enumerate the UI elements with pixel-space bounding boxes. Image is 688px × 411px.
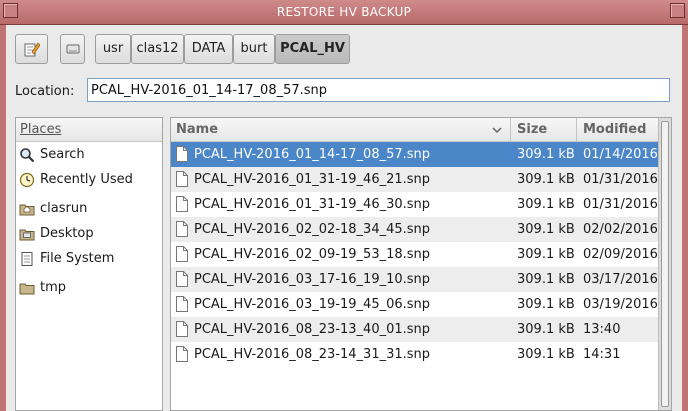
places-header-label: Places xyxy=(20,122,62,137)
place-desktop-label: Desktop xyxy=(40,226,94,241)
clock-icon xyxy=(19,172,35,188)
file-size: 309.1 kB xyxy=(517,347,575,362)
scrollbar-thumb[interactable] xyxy=(661,121,669,407)
path-root-button[interactable] xyxy=(60,34,85,64)
drive-icon xyxy=(21,252,33,266)
file-size: 309.1 kB xyxy=(517,197,575,212)
file-icon xyxy=(176,321,188,337)
hard-drive-icon xyxy=(66,44,79,54)
folder-icon xyxy=(19,283,35,295)
path-segment-usr[interactable]: usr xyxy=(95,34,131,64)
column-header-size[interactable]: Size xyxy=(517,118,577,141)
file-modified: 03/19/2016 xyxy=(583,297,658,312)
file-list-header: Name Size Modified xyxy=(171,118,659,142)
file-modified: 02/09/2016 xyxy=(583,247,658,262)
file-size: 309.1 kB xyxy=(517,222,575,237)
place-tmp-label: tmp xyxy=(40,280,67,295)
file-size: 309.1 kB xyxy=(517,297,575,312)
file-size: 309.1 kB xyxy=(517,247,575,262)
file-icon xyxy=(176,221,188,237)
column-header-size-label: Size xyxy=(517,122,548,137)
column-separator[interactable] xyxy=(576,118,577,141)
place-clasrun-label: clasrun xyxy=(40,201,88,216)
place-file-system[interactable]: File System xyxy=(19,248,114,270)
file-row[interactable]: PCAL_HV-2016_01_31-19_46_21.snp 309.1 kB… xyxy=(171,167,659,192)
file-name: PCAL_HV-2016_01_14-17_08_57.snp xyxy=(194,147,431,162)
desktop-folder-icon xyxy=(19,229,35,241)
column-header-name-label: Name xyxy=(176,122,219,137)
file-icon xyxy=(176,171,188,187)
file-row[interactable]: PCAL_HV-2016_03_17-16_19_10.snp 309.1 kB… xyxy=(171,267,659,292)
column-header-modified-label: Modified xyxy=(583,122,647,137)
path-segment-data[interactable]: DATA xyxy=(184,34,233,64)
place-recently-used-label: Recently Used xyxy=(40,172,133,187)
file-modified: 01/31/2016 xyxy=(583,172,658,187)
file-name: PCAL_HV-2016_03_19-19_45_06.snp xyxy=(194,297,431,312)
file-row[interactable]: PCAL_HV-2016_01_14-17_08_57.snp 309.1 kB… xyxy=(171,142,659,167)
column-header-name[interactable]: Name xyxy=(176,118,509,141)
file-modified: 14:31 xyxy=(583,347,621,362)
place-tmp[interactable]: tmp xyxy=(19,277,66,299)
places-pane: Places Search Recently Used clasrun Desk… xyxy=(15,117,163,411)
file-row[interactable]: PCAL_HV-2016_02_02-18_34_45.snp 309.1 kB… xyxy=(171,217,659,242)
type-location-button[interactable] xyxy=(15,34,48,64)
file-list-scrollbar[interactable] xyxy=(658,118,671,410)
file-icon xyxy=(176,271,188,287)
file-icon xyxy=(176,246,188,262)
file-size: 309.1 kB xyxy=(517,147,575,162)
file-row[interactable]: PCAL_HV-2016_01_31-19_46_30.snp 309.1 kB… xyxy=(171,192,659,217)
file-modified: 03/17/2016 xyxy=(583,272,658,287)
column-header-modified[interactable]: Modified xyxy=(583,118,659,141)
file-name: PCAL_HV-2016_08_23-13_40_01.snp xyxy=(194,322,431,337)
file-icon xyxy=(176,196,188,212)
file-size: 309.1 kB xyxy=(517,172,575,187)
place-clasrun[interactable]: clasrun xyxy=(19,198,87,220)
place-search[interactable]: Search xyxy=(19,144,85,166)
file-modified: 01/14/2016 xyxy=(583,147,658,162)
path-segment-clas12[interactable]: clas12 xyxy=(131,34,184,64)
path-segment-pcal-hv[interactable]: PCAL_HV xyxy=(275,34,350,64)
file-row[interactable]: PCAL_HV-2016_08_23-14_31_31.snp 309.1 kB… xyxy=(171,342,659,367)
file-name: PCAL_HV-2016_08_23-14_31_31.snp xyxy=(194,347,431,362)
file-name: PCAL_HV-2016_02_09-19_53_18.snp xyxy=(194,247,431,262)
file-size: 309.1 kB xyxy=(517,272,575,287)
file-icon xyxy=(176,296,188,312)
file-icon xyxy=(176,346,188,362)
file-row[interactable]: PCAL_HV-2016_02_09-19_53_18.snp 309.1 kB… xyxy=(171,242,659,267)
sort-chevron-down-icon xyxy=(492,127,502,134)
file-modified: 01/31/2016 xyxy=(583,197,658,212)
home-folder-icon xyxy=(19,204,35,216)
place-desktop[interactable]: Desktop xyxy=(19,223,94,245)
location-label: Location: xyxy=(15,84,75,99)
file-name: PCAL_HV-2016_03_17-16_19_10.snp xyxy=(194,272,431,287)
column-separator[interactable] xyxy=(510,118,511,141)
file-name: PCAL_HV-2016_01_31-19_46_21.snp xyxy=(194,172,431,187)
edit-location-icon xyxy=(24,42,40,57)
place-recently-used[interactable]: Recently Used xyxy=(19,169,133,191)
file-name: PCAL_HV-2016_01_31-19_46_30.snp xyxy=(194,197,431,212)
file-modified: 02/02/2016 xyxy=(583,222,658,237)
places-header[interactable]: Places xyxy=(16,118,162,142)
window-maximize-button[interactable] xyxy=(670,3,685,18)
window-title: RESTORE HV BACKUP xyxy=(276,5,412,19)
file-icon xyxy=(176,146,188,162)
place-search-label: Search xyxy=(40,147,85,162)
file-row[interactable]: PCAL_HV-2016_03_19-19_45_06.snp 309.1 kB… xyxy=(171,292,659,317)
file-name: PCAL_HV-2016_02_02-18_34_45.snp xyxy=(194,222,431,237)
file-modified: 13:40 xyxy=(583,322,621,337)
path-segment-burt[interactable]: burt xyxy=(233,34,275,64)
file-list-pane: Name Size Modified PCAL_HV-2016_01_14-17… xyxy=(170,117,672,411)
file-chooser-dialog: usr clas12 DATA burt PCAL_HV Location: P… xyxy=(6,25,682,411)
place-file-system-label: File System xyxy=(40,251,115,266)
file-row[interactable]: PCAL_HV-2016_08_23-13_40_01.snp 309.1 kB… xyxy=(171,317,659,342)
location-input[interactable] xyxy=(87,78,670,102)
file-size: 309.1 kB xyxy=(517,322,575,337)
search-icon xyxy=(20,148,35,163)
title-bar[interactable]: RESTORE HV BACKUP xyxy=(0,0,688,25)
